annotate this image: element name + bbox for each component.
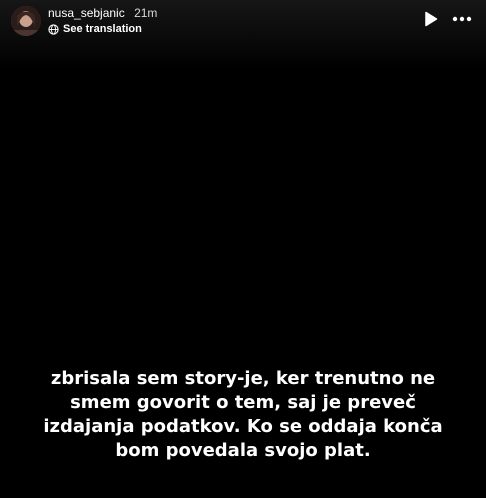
caption-line: bom povedala svojo plat. bbox=[115, 440, 371, 461]
more-horizontal-icon bbox=[452, 16, 472, 22]
story-caption: zbrisala sem story-je, ker trenutno ne s… bbox=[20, 367, 466, 463]
avatar[interactable] bbox=[11, 6, 41, 36]
avatar-image bbox=[11, 6, 41, 36]
see-translation-link[interactable]: See translation bbox=[48, 21, 142, 37]
caption-line: izdajanja podatkov. Ko se oddaja konča bbox=[43, 416, 443, 437]
caption-line: smem govorit o tem, saj je preveč bbox=[70, 392, 416, 413]
story-controls bbox=[420, 8, 474, 30]
globe-icon bbox=[48, 23, 59, 35]
play-icon bbox=[425, 11, 438, 27]
username-link[interactable]: nusa_sebjanic bbox=[48, 6, 125, 20]
user-line: nusa_sebjanic 21m bbox=[48, 5, 157, 21]
more-options-button[interactable] bbox=[450, 8, 474, 30]
story-header: nusa_sebjanic 21m See translation bbox=[0, 0, 486, 44]
story-viewer: nusa_sebjanic 21m See translation zbrisa… bbox=[0, 0, 486, 498]
play-button[interactable] bbox=[420, 8, 442, 30]
caption-line: zbrisala sem story-je, ker trenutno ne bbox=[50, 368, 436, 389]
see-translation-label: See translation bbox=[63, 23, 142, 35]
timestamp: 21m bbox=[134, 6, 158, 20]
